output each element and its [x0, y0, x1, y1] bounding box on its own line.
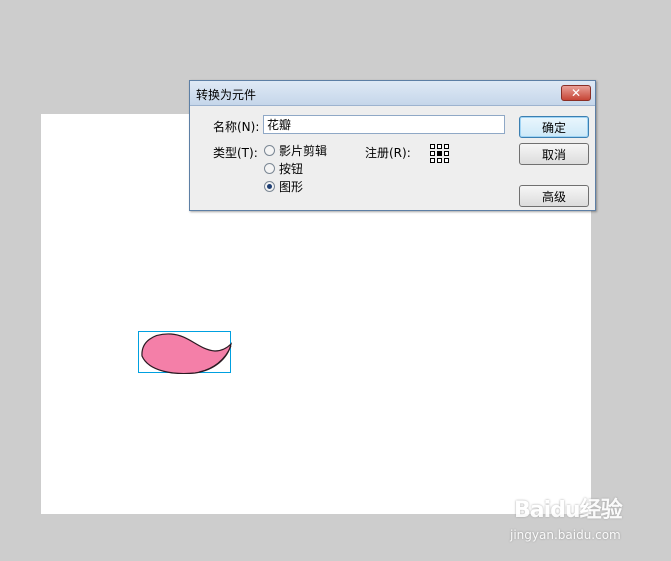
close-icon: ✕	[570, 86, 582, 100]
registration-grid-icon[interactable]	[430, 144, 450, 164]
watermark-url: jingyan.baidu.com	[510, 528, 621, 542]
petal-selection-box[interactable]	[138, 331, 232, 374]
registration-label: 注册(R):	[365, 146, 411, 160]
type-option-graphic[interactable]: 图形	[264, 178, 303, 194]
advanced-button[interactable]: 高级	[519, 185, 589, 207]
name-input[interactable]	[263, 115, 505, 134]
cancel-button[interactable]: 取消	[519, 143, 589, 165]
type-label: 类型(T):	[213, 146, 258, 160]
radio-movieclip[interactable]	[264, 144, 275, 156]
watermark-brand: Baidu经验	[514, 498, 623, 523]
type-option-label: 按钮	[279, 161, 304, 176]
baidu-jingyan-watermark: Baidu经验 jingyan.baidu.com	[510, 484, 660, 544]
close-button[interactable]: ✕	[561, 85, 591, 101]
type-option-movieclip[interactable]: 影片剪辑	[264, 142, 327, 158]
convert-to-symbol-dialog: 转换为元件 ✕ 名称(N): 类型(T): 影片剪辑 按钮 图形 注册(R): …	[189, 80, 596, 211]
type-option-label: 影片剪辑	[279, 143, 328, 158]
type-option-label: 图形	[279, 179, 304, 194]
ok-button[interactable]: 确定	[519, 116, 589, 138]
dialog-titlebar[interactable]: 转换为元件 ✕	[190, 81, 595, 106]
name-label: 名称(N):	[213, 120, 260, 134]
petal-shape[interactable]	[139, 332, 232, 374]
type-option-button[interactable]: 按钮	[264, 160, 303, 176]
radio-button[interactable]	[264, 162, 275, 174]
dialog-title: 转换为元件	[196, 88, 257, 102]
radio-graphic[interactable]	[264, 180, 275, 192]
